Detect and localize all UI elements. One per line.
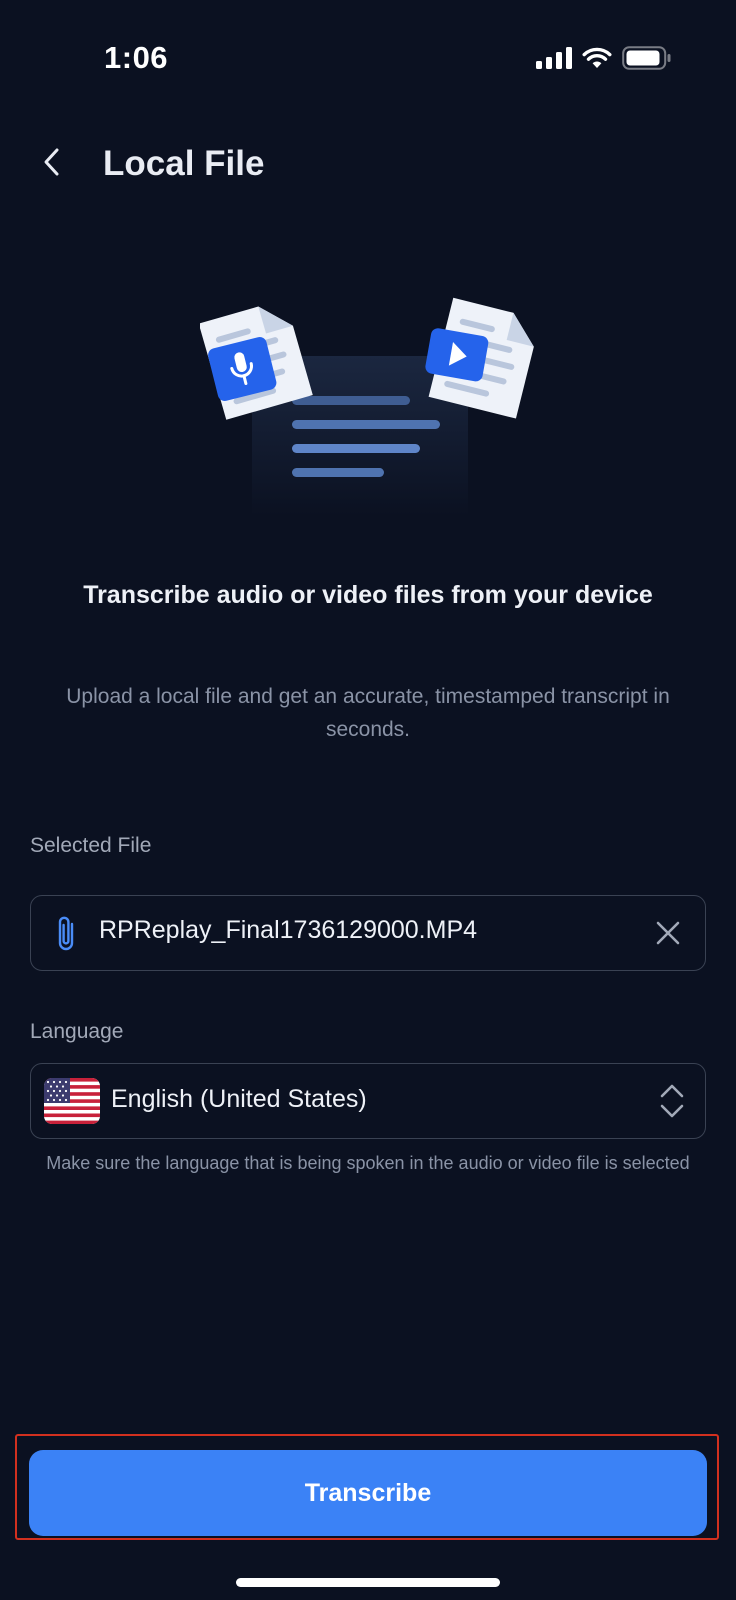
chevron-left-icon xyxy=(44,148,59,176)
chevron-up-down-icon xyxy=(660,1084,684,1118)
close-icon xyxy=(656,921,680,945)
selected-file-label: Selected File xyxy=(30,834,152,857)
selected-language: English (United States) xyxy=(111,1085,367,1113)
intro-headline: Transcribe audio or video files from you… xyxy=(83,581,653,609)
selected-file-name: RPReplay_Final1736129000.MP4 xyxy=(99,916,478,944)
page-title: Local File xyxy=(103,144,265,183)
paperclip-icon xyxy=(58,916,74,951)
cellular-signal-icon xyxy=(536,47,572,69)
language-label: Language xyxy=(30,1020,124,1043)
language-hint: Make sure the language that is being spo… xyxy=(46,1153,690,1173)
language-select[interactable]: English (United States) xyxy=(30,1063,706,1139)
status-time: 1:06 xyxy=(104,40,169,75)
us-flag-icon xyxy=(44,1078,100,1124)
battery-icon xyxy=(622,46,671,70)
wifi-icon xyxy=(582,47,612,68)
status-icons xyxy=(536,46,672,70)
local-file-screen: 1:06 Local File Transcribe audio or vide… xyxy=(0,0,736,1600)
back-button[interactable] xyxy=(30,140,74,184)
upload-illustration xyxy=(200,297,534,516)
home-indicator xyxy=(236,1578,500,1587)
selected-file-field: RPReplay_Final1736129000.MP4 xyxy=(30,895,706,971)
transcribe-button[interactable]: Transcribe xyxy=(29,1450,707,1536)
clear-file-button[interactable] xyxy=(647,912,689,954)
intro-description: Upload a local file and get an accurate,… xyxy=(66,685,670,741)
